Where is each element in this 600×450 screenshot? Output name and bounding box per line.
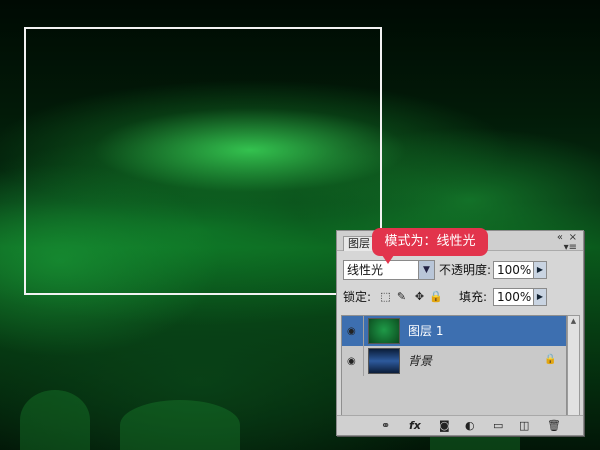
lock-icon: 🔒 — [544, 354, 557, 365]
visibility-toggle[interactable]: ◉ — [342, 316, 364, 346]
layer-row-1[interactable]: ◉ 图层 1 — [342, 316, 566, 346]
lock-position-icon[interactable]: ✥ — [413, 290, 426, 303]
folder-icon[interactable]: ▭ — [493, 419, 503, 433]
panel-menu-icon[interactable]: ▾≡ — [564, 242, 577, 253]
visibility-toggle[interactable]: ◉ — [342, 346, 364, 376]
annotation-callout: 模式为：线性光 — [372, 228, 488, 264]
new-layer-icon[interactable]: ◫ — [519, 419, 529, 433]
chevron-down-icon[interactable]: ▼ — [418, 261, 434, 279]
layer-name: 图层 1 — [408, 324, 444, 338]
lock-transparency-icon[interactable]: ⬚ — [379, 290, 392, 303]
collapse-icon[interactable]: « — [557, 233, 563, 243]
trash-icon[interactable]: 🗑 — [547, 419, 561, 433]
selection-frame — [24, 27, 382, 295]
adjustment-icon[interactable]: ◐ — [465, 419, 475, 433]
layer-row-background[interactable]: ◉ 背景 🔒 — [342, 346, 566, 376]
fx-icon[interactable]: fx — [409, 419, 421, 433]
mask-icon[interactable]: ◙ — [439, 419, 450, 433]
panel-bottom-toolbar: ⚭ fx ◙ ◐ ▭ ◫ 🗑 — [337, 415, 583, 435]
opacity-stepper[interactable]: ▶ — [533, 261, 547, 279]
layer-thumbnail — [368, 318, 400, 344]
layer-name: 背景 — [408, 354, 433, 368]
opacity-label: 不透明度: — [439, 263, 492, 277]
layer-thumbnail — [368, 348, 400, 374]
fill-stepper[interactable]: ▶ — [533, 288, 547, 306]
scroll-up-icon[interactable]: ▲ — [568, 316, 579, 327]
lock-all-icon[interactable]: 🔒 — [429, 290, 443, 303]
blend-mode-value: 线性光 — [347, 263, 384, 277]
link-icon[interactable]: ⚭ — [381, 419, 390, 433]
eye-icon: ◉ — [347, 326, 356, 337]
lock-pixels-icon[interactable]: ✎ — [395, 290, 408, 303]
lock-label: 锁定: — [343, 290, 372, 304]
layers-list: ◉ 图层 1 ◉ 背景 🔒 — [341, 315, 567, 425]
layers-scrollbar[interactable]: ▲ ▼ — [567, 315, 580, 425]
eye-icon: ◉ — [347, 356, 356, 367]
layers-panel: 图层 « × ▾≡ 线性光 ▼ 不透明度: 100% ▶ 锁定: ⬚ ✎ ✥ 🔒… — [336, 230, 584, 436]
fill-label: 填充: — [459, 290, 488, 304]
